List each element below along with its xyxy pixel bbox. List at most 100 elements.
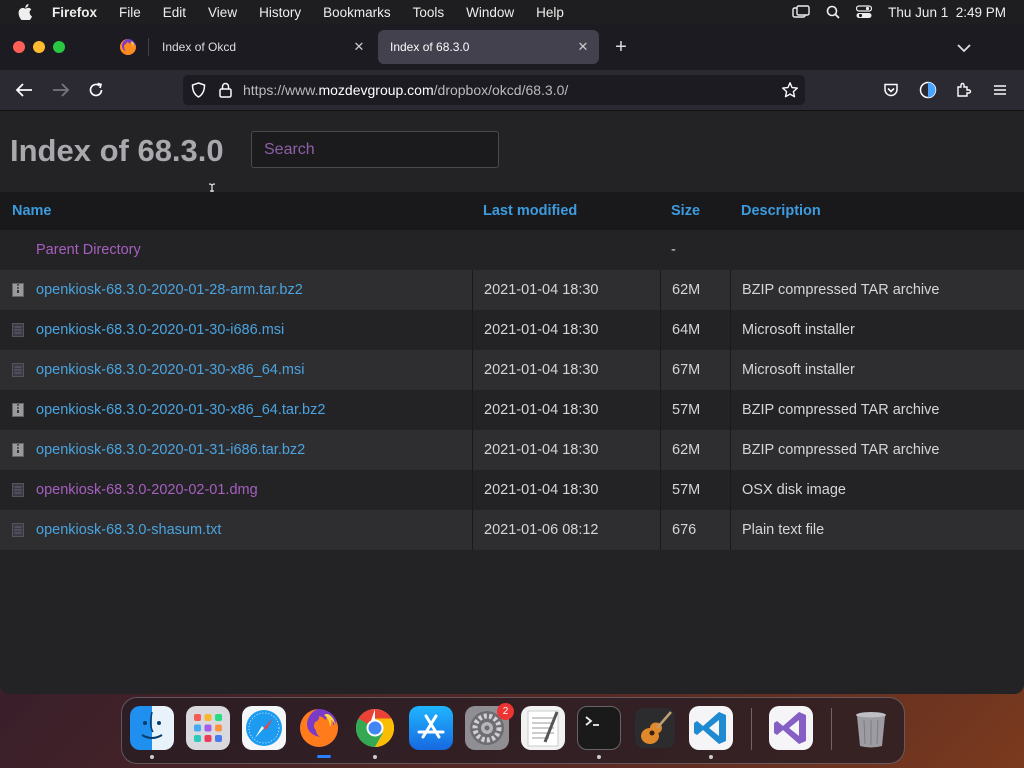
close-tab-icon[interactable]: ✕	[351, 39, 367, 55]
pinned-tab-firefox[interactable]	[110, 32, 146, 62]
file-size: 67M	[672, 362, 701, 378]
screen-mirroring-icon[interactable]	[792, 5, 810, 19]
table-row: openkiosk-68.3.0-2020-02-01.dmg 2021-01-…	[0, 470, 1024, 510]
menu-window[interactable]: Window	[466, 5, 514, 20]
search-input[interactable]	[251, 131, 499, 168]
column-header-size[interactable]: Size	[660, 192, 730, 230]
table-row: openkiosk-68.3.0-2020-01-30-x86_64.msi 2…	[0, 350, 1024, 390]
tab-title: Index of Okcd	[162, 40, 237, 54]
menu-app-firefox[interactable]: Firefox	[52, 5, 97, 20]
extensions-puzzle-icon[interactable]	[953, 80, 975, 100]
menu-help[interactable]: Help	[536, 5, 564, 20]
spotlight-search-icon[interactable]	[826, 5, 840, 19]
file-link[interactable]: openkiosk-68.3.0-2020-01-28-arm.tar.bz2	[36, 282, 303, 298]
file-link[interactable]: openkiosk-68.3.0-2020-01-30-i686.msi	[36, 322, 284, 338]
forward-arrow-icon[interactable]	[50, 80, 72, 100]
dock-app-store-icon[interactable]	[409, 706, 453, 750]
minimize-window-button[interactable]	[33, 41, 45, 53]
navigation-toolbar: https://www.mozdevgroup.com/dropbox/okcd…	[0, 70, 1024, 111]
dock-trash-icon[interactable]	[849, 706, 893, 750]
table-row-parent-directory: Parent Directory -	[0, 230, 1024, 270]
dock-garageband-guitar-icon[interactable]	[633, 706, 677, 750]
url-text[interactable]: https://www.mozdevgroup.com/dropbox/okcd…	[243, 82, 568, 98]
header-label: Name	[12, 203, 52, 219]
parent-size: -	[671, 242, 676, 258]
file-description: OSX disk image	[742, 482, 846, 498]
dock-chrome-icon[interactable]	[353, 706, 397, 750]
file-size: 62M	[672, 282, 701, 298]
header-label: Size	[671, 203, 701, 219]
tab-index-of-68-3-0[interactable]: Index of 68.3.0 ✕	[378, 30, 599, 64]
tab-index-of-okcd[interactable]: Index of Okcd ✕	[150, 30, 375, 64]
parent-directory-link[interactable]: Parent Directory	[36, 242, 141, 258]
menu-bar-clock[interactable]: Thu Jun 1 2:49 PM	[888, 5, 1006, 20]
tab-bar: Index of Okcd ✕ Index of 68.3.0 ✕ +	[0, 24, 1024, 70]
file-size: 64M	[672, 322, 701, 338]
archive-icon	[12, 283, 24, 297]
header-label: Description	[741, 203, 821, 219]
header-label: Last modified	[483, 203, 578, 219]
document-icon	[12, 483, 24, 497]
document-icon	[12, 323, 24, 337]
apple-icon[interactable]	[18, 4, 36, 20]
bookmark-star-icon[interactable]	[781, 81, 799, 104]
column-header-name[interactable]: Name	[0, 192, 472, 230]
archive-icon	[12, 403, 24, 417]
last-modified: 2021-01-04 18:30	[484, 482, 599, 498]
reload-icon[interactable]	[85, 80, 107, 100]
archive-icon	[12, 443, 24, 457]
new-tab-plus-icon[interactable]: +	[611, 37, 631, 57]
lock-icon[interactable]	[219, 82, 232, 103]
dock: 2	[121, 697, 905, 764]
back-arrow-icon[interactable]	[13, 80, 35, 100]
table-row: openkiosk-68.3.0-shasum.txt 2021-01-06 0…	[0, 510, 1024, 550]
url-domain: mozdevgroup.com	[318, 82, 434, 98]
control-center-icon[interactable]	[856, 5, 873, 19]
dock-launchpad-icon[interactable]	[186, 706, 230, 750]
file-description: BZIP compressed TAR archive	[742, 442, 940, 458]
file-size: 676	[672, 522, 697, 538]
hamburger-menu-icon[interactable]	[989, 80, 1011, 100]
dock-finder-icon[interactable]	[130, 706, 174, 750]
file-link[interactable]: openkiosk-68.3.0-shasum.txt	[36, 522, 221, 538]
account-icon[interactable]	[917, 80, 939, 100]
menu-view[interactable]: View	[208, 5, 237, 20]
menu-file[interactable]: File	[119, 5, 141, 20]
dock-visual-studio-icon[interactable]	[769, 706, 813, 750]
tracking-protection-shield-icon[interactable]	[191, 82, 206, 103]
file-description: BZIP compressed TAR archive	[742, 402, 940, 418]
page-content: Index of 68.3.0 Name Last modified Size …	[0, 111, 1024, 694]
column-header-last-modified[interactable]: Last modified	[472, 192, 660, 230]
pocket-icon[interactable]	[880, 80, 902, 100]
last-modified: 2021-01-04 18:30	[484, 282, 599, 298]
close-tab-icon[interactable]: ✕	[575, 39, 591, 55]
dock-safari-icon[interactable]	[242, 706, 286, 750]
menu-edit[interactable]: Edit	[163, 5, 186, 20]
zoom-window-button[interactable]	[53, 41, 65, 53]
file-link[interactable]: openkiosk-68.3.0-2020-01-30-x86_64.tar.b…	[36, 402, 325, 418]
last-modified: 2021-01-04 18:30	[484, 362, 599, 378]
menu-history[interactable]: History	[259, 5, 301, 20]
file-size: 57M	[672, 482, 701, 498]
dock-terminal-icon[interactable]	[577, 706, 621, 750]
file-size: 62M	[672, 442, 701, 458]
page-title: Index of 68.3.0	[10, 133, 224, 168]
document-icon	[12, 363, 24, 377]
dock-textedit-icon[interactable]	[521, 706, 565, 750]
menu-bookmarks[interactable]: Bookmarks	[323, 5, 391, 20]
menu-tools[interactable]: Tools	[413, 5, 445, 20]
file-link[interactable]: openkiosk-68.3.0-2020-02-01.dmg	[36, 482, 258, 498]
dock-firefox-icon[interactable]	[297, 706, 341, 750]
file-link[interactable]: openkiosk-68.3.0-2020-01-31-i686.tar.bz2	[36, 442, 305, 458]
url-bar[interactable]: https://www.mozdevgroup.com/dropbox/okcd…	[183, 75, 805, 105]
list-all-tabs-chevron-icon[interactable]	[955, 39, 973, 57]
close-window-button[interactable]	[13, 41, 25, 53]
dock-vscode-icon[interactable]	[689, 706, 733, 750]
column-header-description[interactable]: Description	[730, 192, 1024, 230]
notification-badge: 2	[497, 703, 514, 720]
url-prefix: https://www.	[243, 82, 319, 98]
last-modified: 2021-01-04 18:30	[484, 442, 599, 458]
file-description: Plain text file	[742, 522, 825, 538]
url-path: /dropbox/okcd/68.3.0/	[433, 82, 569, 98]
file-link[interactable]: openkiosk-68.3.0-2020-01-30-x86_64.msi	[36, 362, 304, 378]
